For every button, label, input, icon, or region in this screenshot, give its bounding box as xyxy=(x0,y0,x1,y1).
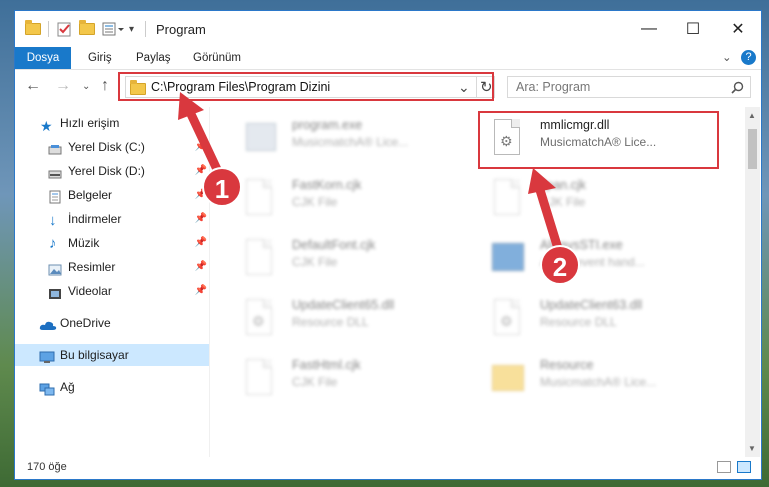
arrow-2-head xyxy=(528,168,556,194)
annotation-arrows xyxy=(178,92,565,260)
step-badge-1: 1 xyxy=(202,167,242,207)
step-badge-2: 2 xyxy=(540,245,580,285)
